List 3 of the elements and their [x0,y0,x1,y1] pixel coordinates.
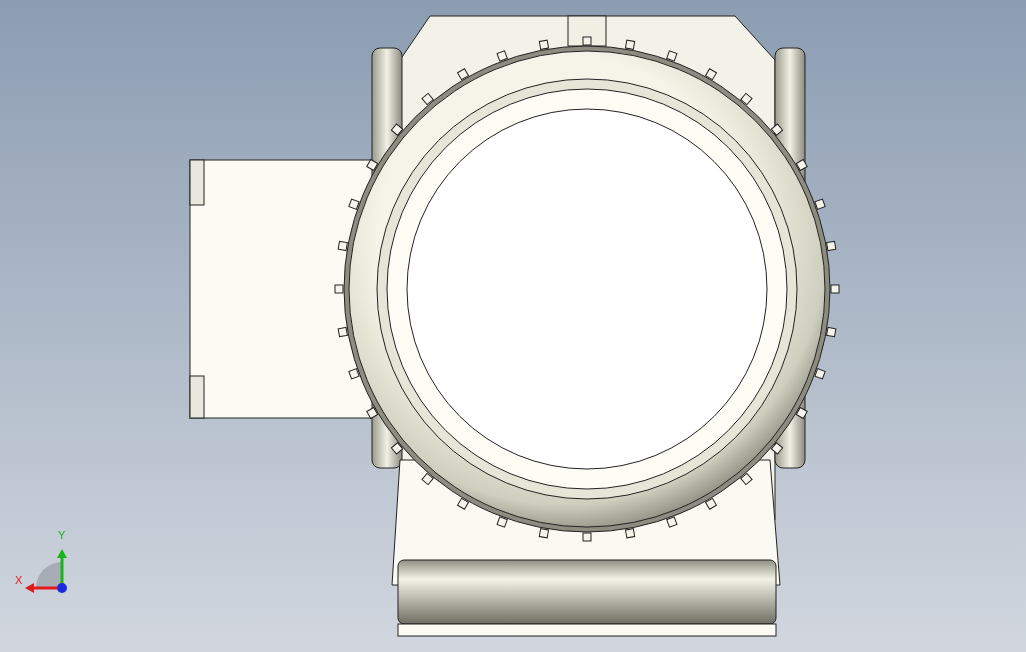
axis-label: X [15,575,23,586]
axis-triad-icon [25,549,67,593]
axis-label: Y [58,530,66,541]
